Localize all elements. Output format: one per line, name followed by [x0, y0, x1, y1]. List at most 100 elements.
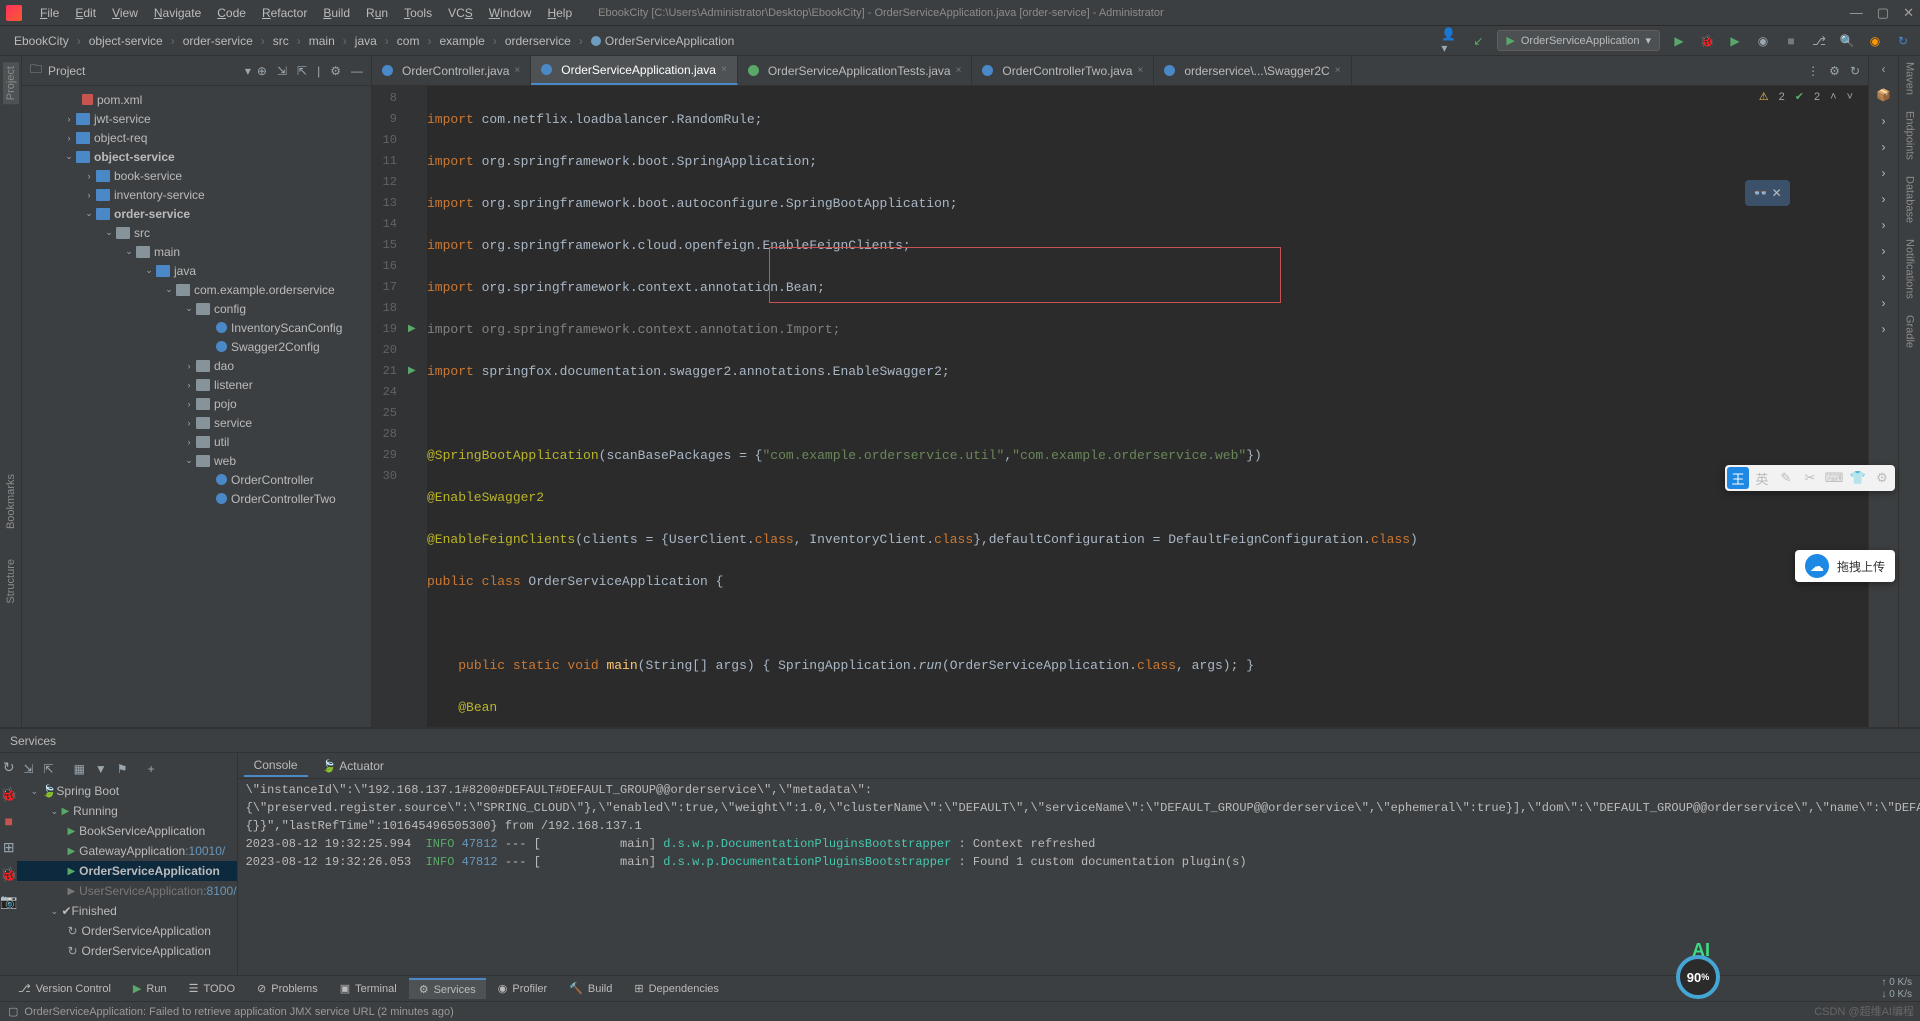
filter-icon[interactable]: 🐞	[0, 866, 17, 883]
tree-module[interactable]: ⌄object-service	[22, 147, 371, 166]
tree-package[interactable]: ›dao	[22, 356, 371, 375]
bc-item[interactable]: object-service	[83, 32, 169, 50]
svc-app[interactable]: ▶GatewayApplication :10010/	[17, 841, 236, 861]
next-highlight-icon[interactable]: ˅	[1847, 91, 1853, 103]
bc-item[interactable]: java	[349, 32, 383, 50]
svc-group[interactable]: ⌄▶Running	[17, 801, 236, 821]
run-gutter-icon[interactable]: ▶	[408, 361, 416, 382]
svc-app[interactable]: ▶UserServiceApplication :8100/	[17, 881, 236, 901]
menu-navigate[interactable]: Navigate	[148, 4, 207, 22]
maximize-button[interactable]: ▢	[1877, 5, 1889, 21]
ime-toolbar[interactable]: 王 英 ✎ ✂ ⌨ 👕 ⚙	[1725, 465, 1895, 491]
editor-tab[interactable]: OrderControllerTwo.java×	[972, 56, 1154, 85]
tree-class[interactable]: InventoryScanConfig	[22, 318, 371, 337]
btab-terminal[interactable]: ▣ Terminal	[330, 979, 407, 998]
btab-problems[interactable]: ⊘ Problems	[247, 979, 328, 998]
prev-highlight-icon[interactable]: ˄	[1830, 91, 1836, 103]
chevron-left-icon[interactable]: ‹	[1882, 62, 1886, 76]
rail-database[interactable]: Database	[1904, 176, 1916, 223]
bc-root[interactable]: EbookCity	[8, 32, 75, 50]
collapse-all-icon[interactable]: ⇱	[297, 64, 307, 78]
run-gutter-icon[interactable]: ▶	[408, 319, 416, 340]
tree-package[interactable]: ⌄web	[22, 451, 371, 470]
svc-app[interactable]: ▶BookServiceApplication	[17, 821, 236, 841]
tree-module[interactable]: ›book-service	[22, 166, 371, 185]
tree-package[interactable]: ⌄config	[22, 299, 371, 318]
collapse-icon[interactable]: ⇱	[44, 762, 54, 776]
btab-profiler[interactable]: ◉ Profiler	[488, 979, 557, 998]
layout-icon[interactable]: ⊞	[3, 839, 15, 856]
btab-deps[interactable]: ⊞ Dependencies	[624, 979, 729, 998]
btab-services[interactable]: ⚙ Services	[409, 978, 486, 999]
tool-icon[interactable]: ›	[1882, 114, 1886, 128]
editor-tab[interactable]: orderservice\...\Swagger2C×	[1154, 56, 1351, 85]
run-icon[interactable]: 🐞	[0, 786, 17, 803]
tree-package[interactable]: ›listener	[22, 375, 371, 394]
tool-icon[interactable]: ›	[1882, 140, 1886, 154]
run-config-selector[interactable]: ▶OrderServiceApplication▾	[1497, 30, 1660, 51]
coverage-button[interactable]: ▶	[1726, 32, 1744, 50]
package-icon[interactable]: 📦	[1876, 88, 1891, 102]
bookmark-icon[interactable]: ⚑	[117, 762, 128, 776]
bc-item[interactable]: src	[267, 32, 295, 50]
tree-file[interactable]: pom.xml	[22, 90, 371, 109]
tree-class[interactable]: Swagger2Config	[22, 337, 371, 356]
ime-keyboard-icon[interactable]: ⌨	[1823, 467, 1845, 489]
bc-item[interactable]: OrderServiceApplication	[585, 32, 740, 50]
ime-shirt-icon[interactable]: 👕	[1847, 467, 1869, 489]
svc-group[interactable]: ⌄✔ Finished	[17, 901, 236, 921]
rail-bookmarks[interactable]: Bookmarks	[5, 474, 17, 529]
camera-icon[interactable]: 📷	[0, 893, 17, 910]
svc-node[interactable]: ⌄🍃 Spring Boot	[17, 781, 236, 801]
tree-package[interactable]: ⌄com.example.orderservice	[22, 280, 371, 299]
tool-icon[interactable]: ›	[1882, 166, 1886, 180]
tool-icon[interactable]: ›	[1882, 322, 1886, 336]
console-log[interactable]: \"instanceId\":\"192.168.137.1#8200#DEFA…	[238, 779, 1920, 975]
settings-sync-icon[interactable]: ↻	[1894, 32, 1912, 50]
tree-module[interactable]: ›jwt-service	[22, 109, 371, 128]
menu-run[interactable]: Run	[360, 4, 394, 22]
stop-icon[interactable]: ■	[4, 813, 12, 829]
btab-run[interactable]: ▶ Run	[123, 979, 177, 998]
tree-package[interactable]: ›pojo	[22, 394, 371, 413]
editor-tab[interactable]: OrderServiceApplicationTests.java×	[738, 56, 973, 85]
tree-folder[interactable]: ⌄java	[22, 261, 371, 280]
tab-list-icon[interactable]: ⋮	[1807, 64, 1819, 78]
editor-tab[interactable]: OrderController.java×	[372, 56, 531, 85]
upload-widget[interactable]: ☁ 拖拽上传	[1795, 550, 1895, 582]
menu-help[interactable]: Help	[541, 4, 578, 22]
rerun-icon[interactable]: ↻	[3, 759, 15, 776]
run-button[interactable]: ▶	[1670, 32, 1688, 50]
tree-class[interactable]: OrderController	[22, 470, 371, 489]
bc-item[interactable]: orderservice	[499, 32, 577, 50]
rail-endpoints[interactable]: Endpoints	[1904, 111, 1916, 160]
menu-build[interactable]: Build	[317, 4, 356, 22]
ime-scissors-icon[interactable]: ✂	[1799, 467, 1821, 489]
tool-icon[interactable]: ›	[1882, 244, 1886, 258]
tool-icon[interactable]: ›	[1882, 192, 1886, 206]
ide-assist-icon[interactable]: ◉	[1866, 32, 1884, 50]
bc-item[interactable]: order-service	[177, 32, 259, 50]
ime-logo-icon[interactable]: 王	[1727, 467, 1749, 489]
console-tab[interactable]: Console	[244, 755, 308, 777]
btab-todo[interactable]: ☰ TODO	[179, 979, 245, 998]
rail-gradle[interactable]: Gradle	[1904, 315, 1916, 348]
menu-refactor[interactable]: Refactor	[256, 4, 313, 22]
debug-button[interactable]: 🐞	[1698, 32, 1716, 50]
profile-button[interactable]: ◉	[1754, 32, 1772, 50]
rail-structure[interactable]: Structure	[5, 559, 17, 604]
filter-icon[interactable]: ▼	[95, 762, 107, 776]
menu-edit[interactable]: Edit	[69, 4, 102, 22]
select-opened-icon[interactable]: ⊕	[257, 64, 267, 78]
tree-folder[interactable]: ⌄src	[22, 223, 371, 242]
search-icon[interactable]: 🔍	[1838, 32, 1856, 50]
tree-package[interactable]: ›util	[22, 432, 371, 451]
actuator-tab[interactable]: 🍃 Actuator	[312, 756, 394, 776]
tool-icon[interactable]: ›	[1882, 270, 1886, 284]
rail-maven[interactable]: Maven	[1904, 62, 1916, 95]
svc-app[interactable]: ↻OrderServiceApplication	[17, 941, 236, 961]
tree-module[interactable]: ⌄order-service	[22, 204, 371, 223]
refresh-icon[interactable]: ↻	[1850, 64, 1860, 78]
hide-icon[interactable]: —	[351, 64, 363, 78]
menu-code[interactable]: Code	[211, 4, 252, 22]
